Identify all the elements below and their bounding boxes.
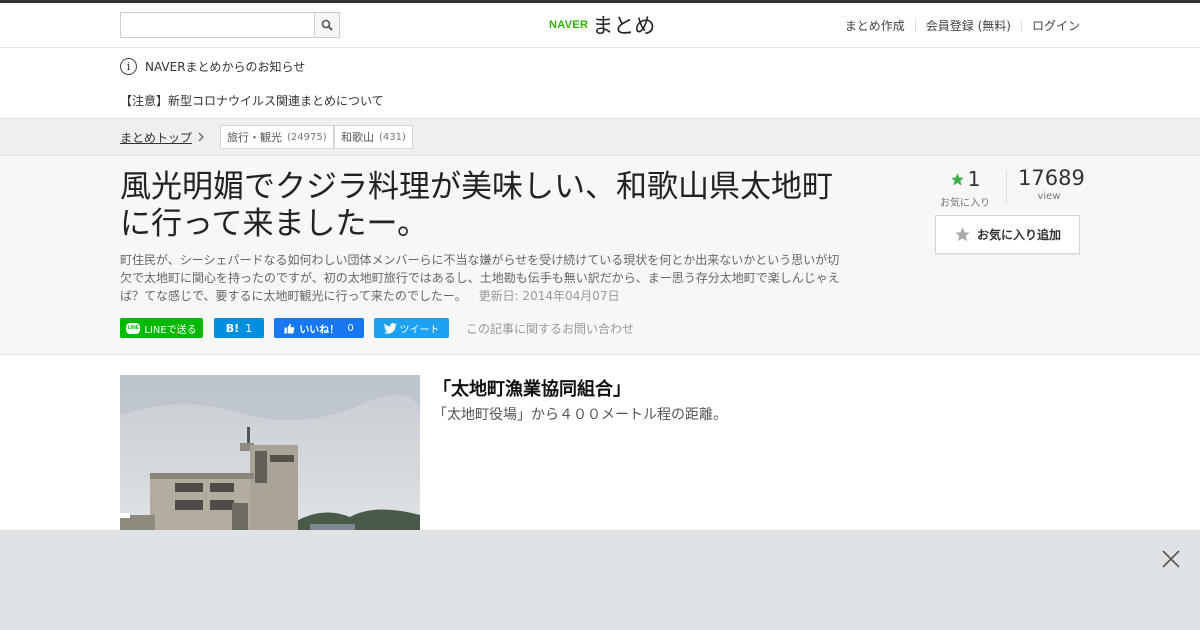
star-icon [950,172,964,185]
tag-count: (24975) [287,131,327,143]
tag-label: 和歌山 [341,131,374,144]
facebook-like-count: 0 [347,322,354,334]
nav-divider [914,19,916,32]
add-favorite-label: お気に入り追加 [976,228,1061,242]
search-input[interactable] [121,13,315,37]
hatena-count: 1 [245,321,253,335]
logo-matome-text: まとめ [592,14,656,38]
register-link[interactable]: 会員登録 (無料) [926,17,1011,34]
header-nav: まとめ作成 会員登録 (無料) ログイン [845,17,1080,34]
notice-heading: i NAVERまとめからのお知らせ [120,58,305,75]
site-logo[interactable]: NAVER まとめ [549,11,655,39]
notice-section: i NAVERまとめからのお知らせ 【注意】新型コロナウイルス関連まとめについて [0,48,1200,118]
item-photo[interactable] [120,375,420,530]
view-stats: 17689 view [1018,166,1085,202]
matome-content: 「太地町漁業協同組合」 「太地町役場」から４００メートル程の距離。 [0,355,1200,530]
article-title: 風光明媚でクジラ料理が美味しい、和歌山県太地町に行って来ましたー。 [120,169,833,242]
stats-divider [1006,170,1007,204]
favorite-stats: 1 お気に入り [935,167,995,209]
line-share-label: LINEで送る [144,324,197,336]
search-button[interactable] [314,13,339,37]
star-outline-icon [955,227,970,242]
tag-travel[interactable]: 旅行・観光 (24975) [220,125,334,149]
hatena-icon: B! [225,321,240,335]
twitter-tweet-button[interactable]: ツイート [374,318,449,338]
favorite-label: お気に入り [940,198,990,209]
logo-naver-text: NAVER [549,19,589,31]
thumbs-up-icon [284,323,295,334]
create-matome-link[interactable]: まとめ作成 [845,17,905,34]
tag-wakayama[interactable]: 和歌山 (431) [334,125,413,149]
hatena-bookmark-button[interactable]: B! 1 [214,318,264,338]
facebook-like-button[interactable]: いいね！ 0 [274,318,364,338]
inquiry-link[interactable]: この記事に関するお問い合わせ [466,320,634,337]
search-box [120,12,340,38]
line-icon: LINE [126,322,141,334]
site-header: NAVER まとめ まとめ作成 会員登録 (無料) ログイン [0,3,1200,48]
building-photo [120,375,420,530]
close-icon [1162,550,1180,568]
line-share-button[interactable]: LINE LINEで送る [120,318,203,338]
notice-title: NAVERまとめからのお知らせ [145,60,306,74]
nav-divider [1020,19,1022,32]
item-title: 「太地町漁業協同組合」 [433,379,631,400]
view-count: 17689 [1018,166,1085,190]
item-description: 「太地町役場」から４００メートル程の距離。 [433,407,727,423]
info-icon: i [120,58,137,75]
notice-link[interactable]: 【注意】新型コロナウイルス関連まとめについて [120,92,384,109]
close-ad-button[interactable] [1161,549,1181,569]
updated-date: 更新日: 2014年04月07日 [478,289,620,303]
facebook-like-label: いいね！ [299,324,340,336]
article-description: 町住民が、シーシェパードなる如何わしい団体メンバーらに不当な嫌がらせを受け続けて… [120,251,845,305]
ad-overlay [0,530,1200,630]
tweet-label: ツイート [399,324,440,336]
chevron-right-icon [198,132,204,142]
favorite-count: 1 [967,167,981,191]
view-label: view [1037,191,1061,202]
search-icon [321,19,333,31]
breadcrumb-home-link[interactable]: まとめトップ [120,129,192,146]
twitter-bird-icon [383,322,397,334]
add-favorite-button[interactable]: お気に入り追加 [935,215,1080,254]
tag-label: 旅行・観光 [227,131,282,144]
article-header: 風光明媚でクジラ料理が美味しい、和歌山県太地町に行って来ましたー。 町住民が、シ… [0,156,1200,355]
login-link[interactable]: ログイン [1032,17,1080,34]
tag-count: (431) [379,131,406,143]
breadcrumb: まとめトップ 旅行・観光 (24975) 和歌山 (431) [0,118,1200,156]
